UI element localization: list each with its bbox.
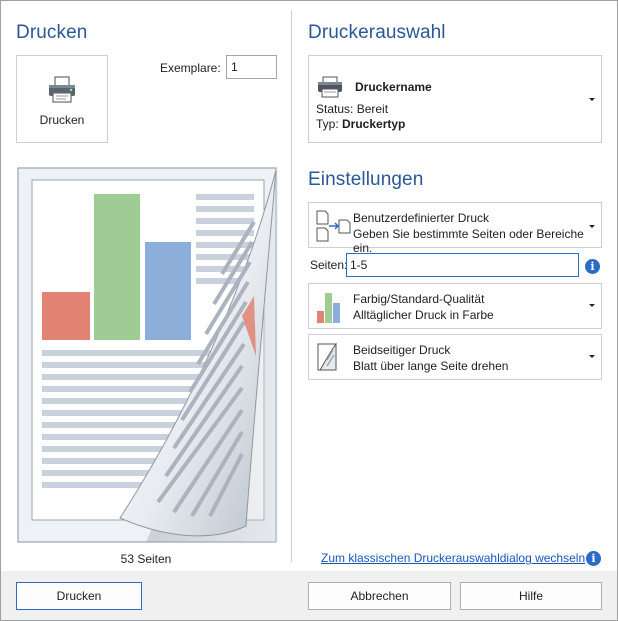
page-range-icon	[316, 210, 351, 242]
print-preview	[17, 167, 278, 543]
chevron-down-icon	[589, 225, 595, 228]
printer-type: Typ: Druckertyp	[316, 117, 405, 131]
preview-bar	[145, 242, 191, 340]
printer-select[interactable]: Druckername Status: Bereit Typ: Druckert…	[308, 55, 602, 143]
preview-bar	[94, 194, 140, 340]
copies-label: Exemplare:	[160, 61, 221, 75]
pages-input[interactable]	[346, 253, 579, 277]
printer-name: Druckername	[355, 80, 432, 94]
color-quality-title: Farbig/Standard-Qualität	[353, 292, 485, 306]
chevron-down-icon	[589, 98, 595, 101]
duplex-page-icon	[317, 342, 337, 371]
printer-icon	[318, 76, 342, 98]
printer-selection-heading: Druckerauswahl	[308, 22, 446, 43]
settings-heading: Einstellungen	[308, 169, 424, 190]
print-range-title: Benutzerdefinierter Druck	[353, 211, 490, 225]
cancel-button[interactable]: Abbrechen	[308, 582, 451, 610]
copies-input[interactable]	[226, 55, 277, 79]
duplex-select[interactable]: Beidseitiger Druck Blatt über lange Seit…	[308, 334, 602, 380]
preview-bar	[42, 292, 90, 340]
duplex-subtitle: Blatt über lange Seite drehen	[353, 359, 509, 373]
info-icon[interactable]: i	[586, 551, 601, 566]
print-button[interactable]: Drucken	[16, 582, 142, 610]
printer-status: Status: Bereit	[316, 102, 389, 116]
bar-chart-icon	[317, 293, 340, 323]
chevron-down-icon	[589, 304, 595, 307]
print-range-select[interactable]: Benutzerdefinierter Druck Geben Sie best…	[308, 202, 602, 255]
classic-dialog-link[interactable]: Zum klassischen Druckerauswahldialog wec…	[321, 551, 585, 565]
color-quality-subtitle: Alltäglicher Druck in Farbe	[353, 308, 494, 322]
printer-icon	[49, 76, 75, 103]
pages-label: Seiten:	[310, 258, 348, 272]
duplex-title: Beidseitiger Druck	[353, 343, 451, 357]
printer-type-prefix: Typ:	[316, 117, 343, 131]
help-button[interactable]: Hilfe	[460, 582, 602, 610]
print-range-subtitle: Geben Sie bestimmte Seiten oder Bereiche…	[353, 227, 584, 255]
print-large-button[interactable]: Drucken	[16, 55, 108, 143]
printer-type-value: Druckertyp	[342, 117, 406, 131]
chevron-down-icon	[589, 355, 595, 358]
print-large-button-label: Drucken	[39, 113, 85, 127]
page-count: 53 Seiten	[120, 552, 172, 566]
print-heading: Drucken	[16, 22, 88, 43]
info-icon[interactable]: i	[585, 259, 600, 274]
color-quality-select[interactable]: Farbig/Standard-Qualität Alltäglicher Dr…	[308, 283, 602, 329]
column-divider	[291, 10, 292, 562]
